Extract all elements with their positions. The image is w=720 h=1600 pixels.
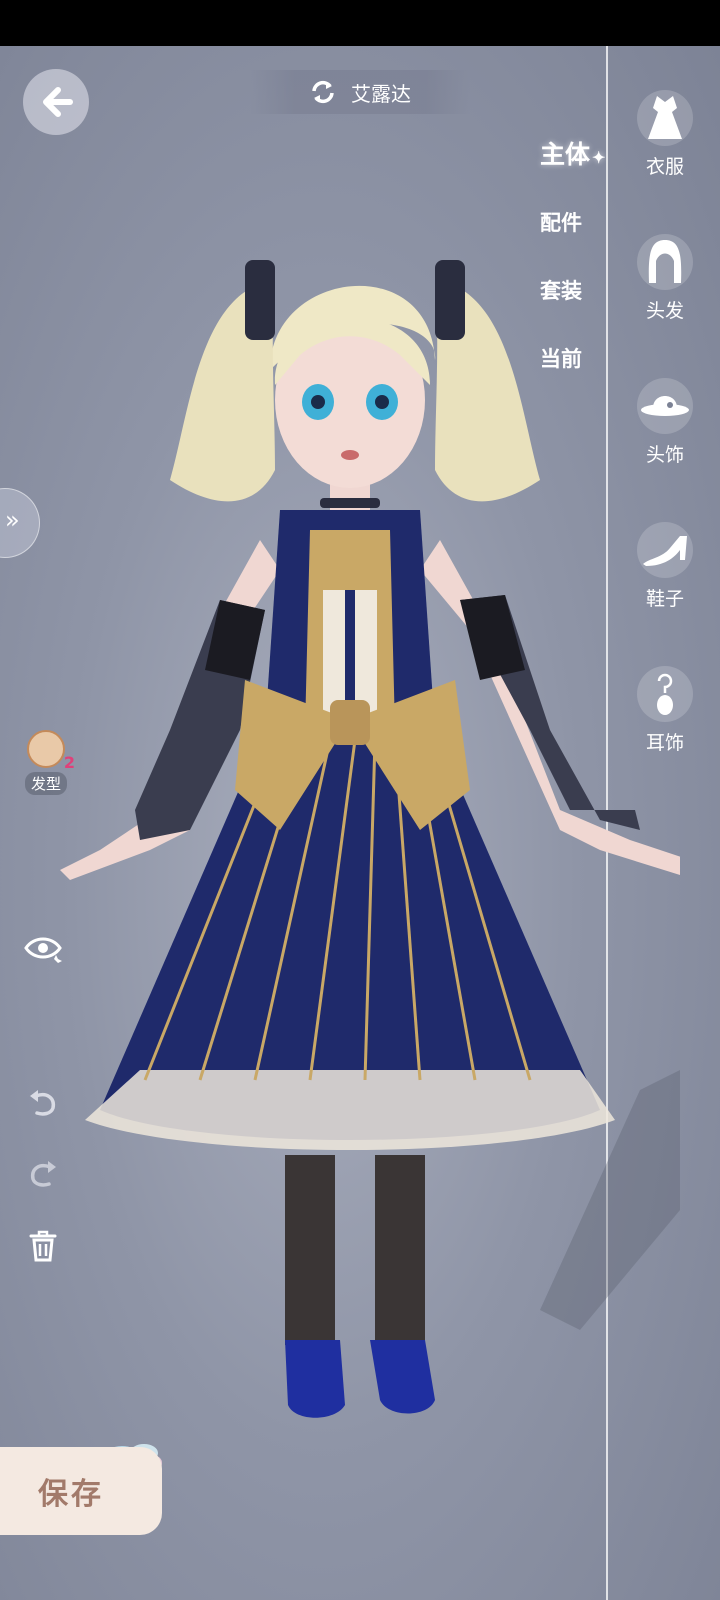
tab-main[interactable]: 主体 ✦ — [540, 138, 610, 206]
character-name: 艾露达 — [351, 81, 411, 106]
arrow-left-icon — [43, 87, 73, 117]
sparkle-icon: ✦ — [592, 148, 606, 167]
expand-panel-handle[interactable]: » — [0, 488, 40, 558]
back-button[interactable] — [23, 69, 89, 135]
status-bar — [0, 0, 720, 46]
refresh-icon — [312, 80, 334, 104]
dress-icon — [637, 90, 693, 146]
save-button[interactable]: 保存 — [0, 1447, 162, 1535]
character-model — [60, 260, 680, 1418]
chevron-right-icon: » — [5, 506, 20, 534]
character-switch[interactable]: 艾露达 — [250, 70, 470, 114]
